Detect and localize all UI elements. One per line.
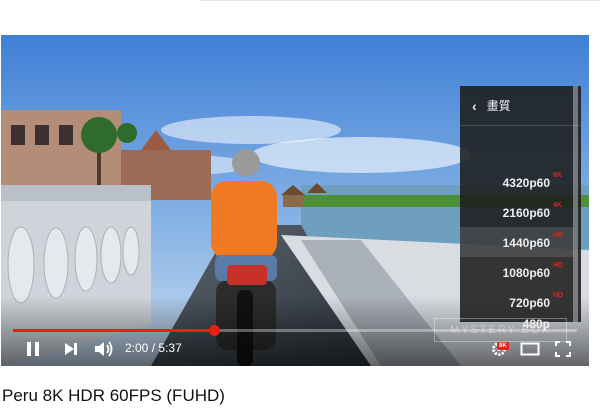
- page: ‹ 畫質 4320p60 8K 2160p60 4K 1440p60 HD 10…: [0, 0, 600, 411]
- next-icon: [65, 343, 77, 355]
- quality-option-badge: HD: [553, 292, 564, 299]
- volume-icon: [95, 341, 113, 357]
- quality-option-badge: HD: [553, 232, 564, 239]
- fullscreen-icon: [555, 341, 571, 357]
- progress-played: [13, 329, 214, 332]
- theater-mode-button[interactable]: [517, 336, 543, 362]
- quality-option-label: 4320p60: [502, 176, 550, 190]
- current-time: 2:00: [125, 341, 149, 355]
- video-player[interactable]: ‹ 畫質 4320p60 8K 2160p60 4K 1440p60 HD 10…: [1, 35, 589, 366]
- volume-button[interactable]: [91, 336, 117, 362]
- next-button[interactable]: [59, 336, 83, 362]
- pause-icon: [27, 342, 39, 356]
- quality-menu-title: 畫質: [486, 99, 511, 113]
- quality-option-4320p60[interactable]: 4320p60 8K: [460, 167, 574, 197]
- quality-menu-header[interactable]: ‹ 畫質: [460, 86, 581, 126]
- quality-option-label: 2160p60: [502, 206, 550, 220]
- quality-option-badge: HD: [553, 262, 564, 269]
- duration: 5:37: [158, 341, 182, 355]
- quality-settings-menu[interactable]: ‹ 畫質 4320p60 8K 2160p60 4K 1440p60 HD 10…: [460, 86, 581, 331]
- video-title: Peru 8K HDR 60FPS (FUHD): [2, 386, 225, 405]
- top-divider: [200, 0, 600, 1]
- time-separator: /: [151, 341, 156, 355]
- chevron-left-icon[interactable]: ‹: [472, 98, 477, 114]
- quality-option-1440p60[interactable]: 1440p60 HD: [460, 227, 574, 257]
- quality-option-badge: 8K: [553, 172, 562, 179]
- quality-option-label: 1080p60: [502, 266, 550, 280]
- quality-option-badge: 4K: [553, 202, 562, 209]
- quality-option-1080p60[interactable]: 1080p60 HD: [460, 257, 574, 287]
- progress-scrubber-handle[interactable]: [208, 325, 220, 336]
- fullscreen-button[interactable]: [550, 336, 576, 362]
- pause-button[interactable]: [21, 336, 45, 362]
- quality-option-label: 720p60: [509, 296, 550, 310]
- settings-quality-badge: 8K: [497, 342, 509, 350]
- time-display: 2:00 / 5:37: [125, 341, 182, 355]
- theater-mode-icon: [520, 342, 540, 356]
- quality-option-label: 1440p60: [502, 236, 550, 250]
- quality-option-2160p60[interactable]: 2160p60 4K: [460, 197, 574, 227]
- progress-bar[interactable]: [13, 325, 577, 336]
- quality-option-720p60[interactable]: 720p60 HD: [460, 287, 574, 317]
